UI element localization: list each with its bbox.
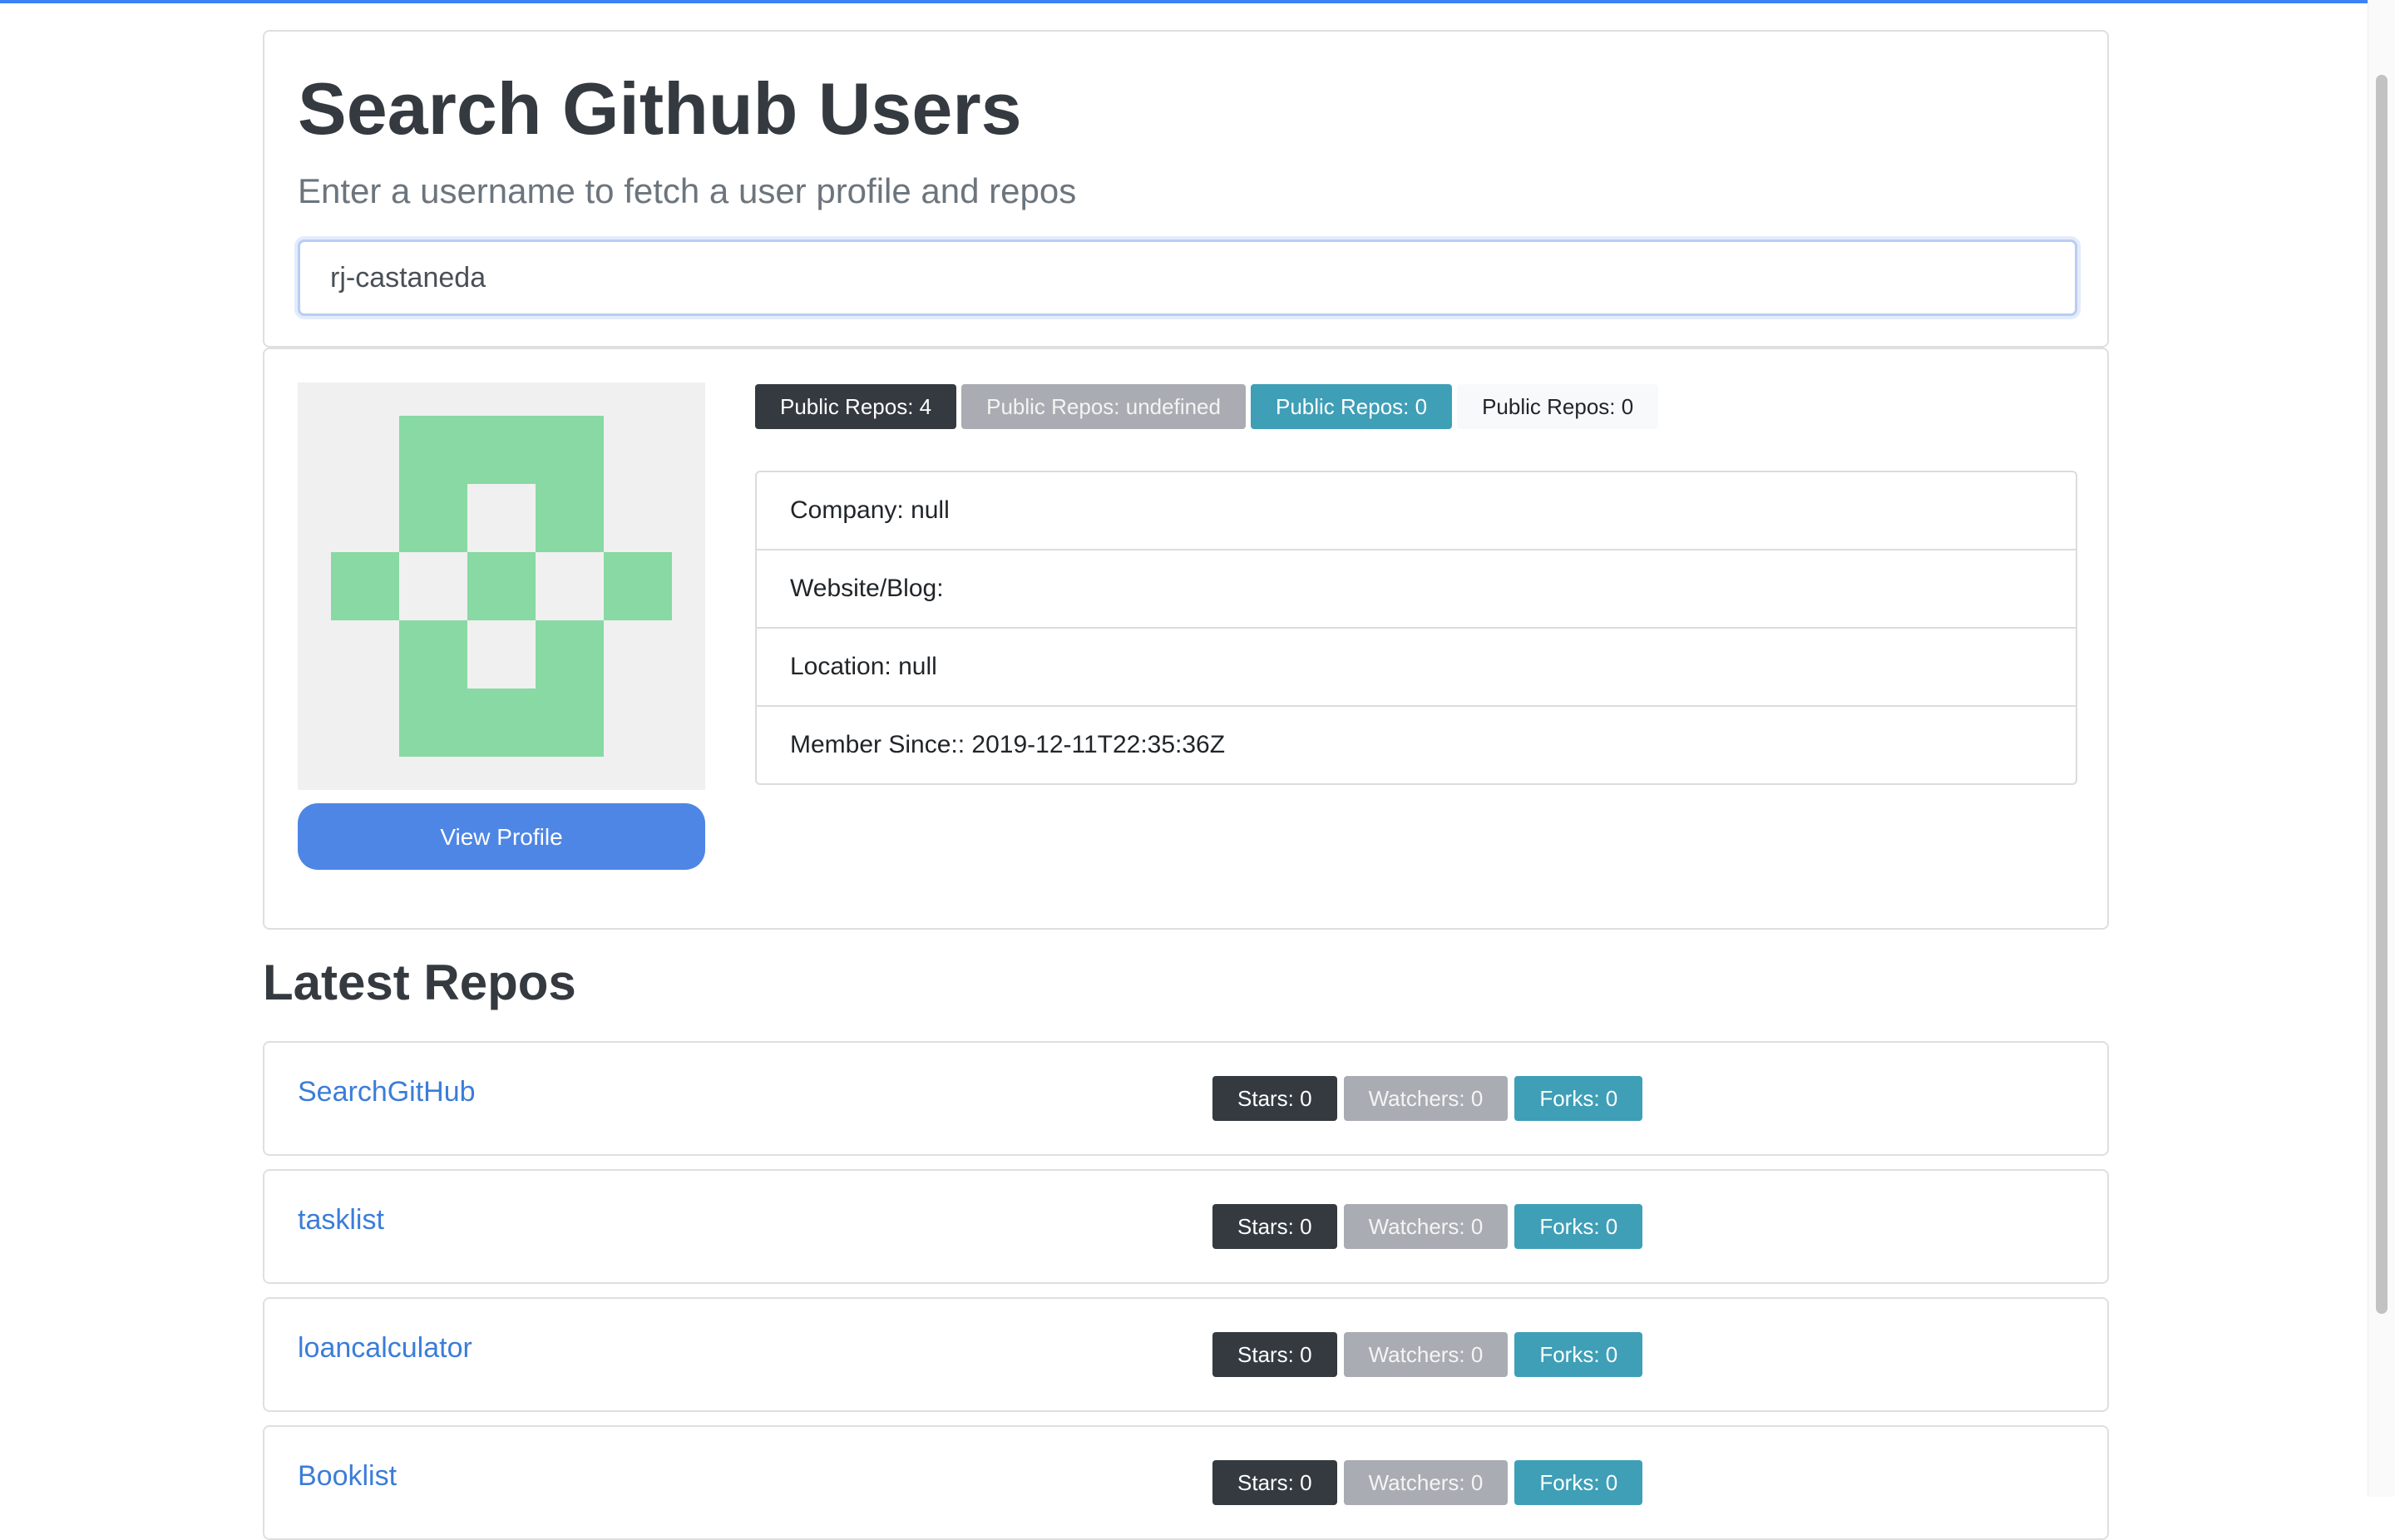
watchers-badge: Watchers: 0	[1343, 1204, 1509, 1249]
followers-badge: Public Repos: 0	[1250, 384, 1453, 429]
profile-badges: Public Repos: 4 Public Repos: undefined …	[755, 384, 1659, 429]
repo-card: SearchGitHub Stars: 0 Watchers: 0 Forks:…	[263, 1041, 2109, 1156]
repo-badges: Stars: 0 Watchers: 0 Forks: 0	[1212, 1076, 1643, 1121]
page-title: Search Github Users	[298, 67, 1022, 150]
latest-repos-title: Latest Repos	[263, 955, 576, 1010]
following-badge: Public Repos: 0	[1457, 384, 1659, 429]
website-item: Website/Blog:	[757, 550, 2076, 629]
repo-card: Booklist Stars: 0 Watchers: 0 Forks: 0	[263, 1425, 2109, 1540]
member-since-item: Member Since:: 2019-12-11T22:35:36Z	[790, 731, 1226, 758]
forks-badge: Forks: 0	[1514, 1204, 1643, 1249]
search-card: Search Github Users Enter a username to …	[263, 30, 2109, 348]
company-item: Company: null	[757, 472, 2076, 550]
profile-details-list: Company: null Website/Blog: Location: nu…	[755, 471, 2077, 785]
repo-badges: Stars: 0 Watchers: 0 Forks: 0	[1212, 1332, 1643, 1377]
scrollbar-thumb[interactable]	[2376, 75, 2388, 1314]
repo-link[interactable]: SearchGitHub	[298, 1076, 476, 1108]
public-gists-badge: Public Repos: undefined	[961, 384, 1246, 429]
forks-badge: Forks: 0	[1514, 1332, 1643, 1377]
vertical-scrollbar[interactable]	[2368, 0, 2395, 1497]
page-subtitle: Enter a username to fetch a user profile…	[298, 171, 1077, 210]
top-accent-bar	[0, 0, 2368, 3]
stars-badge: Stars: 0	[1212, 1460, 1337, 1505]
watchers-badge: Watchers: 0	[1343, 1332, 1509, 1377]
search-input[interactable]	[298, 239, 2077, 316]
forks-badge: Forks: 0	[1514, 1460, 1643, 1505]
identicon-image	[298, 383, 705, 790]
public-repos-badge: Public Repos: 4	[755, 384, 957, 429]
watchers-badge: Watchers: 0	[1343, 1460, 1509, 1505]
profile-card: View Profile Public Repos: 4 Public Repo…	[263, 348, 2109, 930]
view-profile-button[interactable]: View Profile	[298, 803, 705, 870]
location-item: Location: null	[757, 629, 2076, 707]
repo-link[interactable]: loancalculator	[298, 1332, 472, 1365]
stars-badge: Stars: 0	[1212, 1332, 1337, 1377]
repo-link[interactable]: Booklist	[298, 1460, 397, 1493]
repo-card: tasklist Stars: 0 Watchers: 0 Forks: 0	[263, 1169, 2109, 1284]
repo-badges: Stars: 0 Watchers: 0 Forks: 0	[1212, 1460, 1643, 1505]
repo-card: loancalculator Stars: 0 Watchers: 0 Fork…	[263, 1297, 2109, 1412]
repo-badges: Stars: 0 Watchers: 0 Forks: 0	[1212, 1204, 1643, 1249]
forks-badge: Forks: 0	[1514, 1076, 1643, 1121]
stars-badge: Stars: 0	[1212, 1076, 1337, 1121]
stars-badge: Stars: 0	[1212, 1204, 1337, 1249]
avatar	[298, 383, 705, 790]
watchers-badge: Watchers: 0	[1343, 1076, 1509, 1121]
repo-link[interactable]: tasklist	[298, 1204, 384, 1236]
